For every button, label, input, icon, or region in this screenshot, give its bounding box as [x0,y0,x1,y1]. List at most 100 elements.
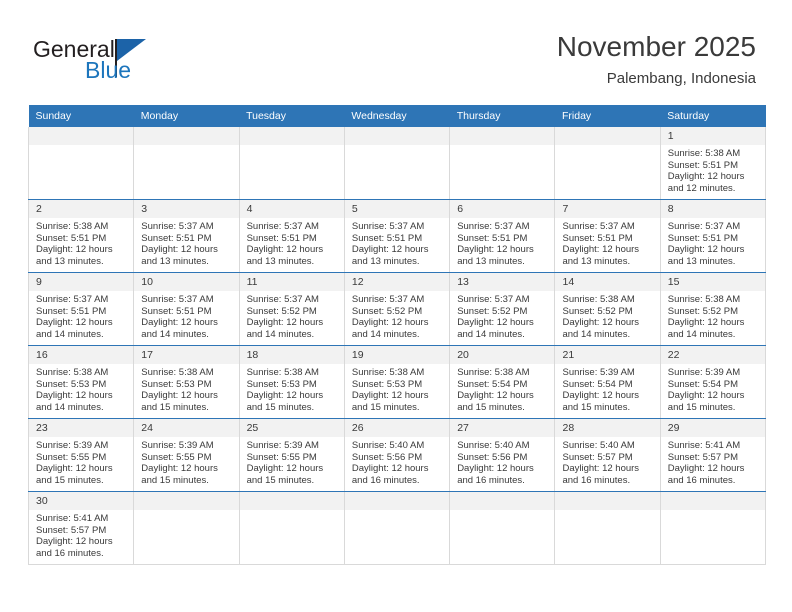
daylight-text: Daylight: 12 hours [36,244,113,256]
day-details [134,510,238,518]
day-number: 15 [660,273,766,291]
day-cell[interactable]: 4 Sunrise: 5:37 AM Sunset: 5:51 PM Daylight… [238,199,345,273]
day-cell[interactable] [27,127,135,200]
weekday-header-wednesday: Wednesday [344,105,450,127]
day-details: Sunrise: 5:38 AM Sunset: 5:53 PM Daylight:… [240,364,344,417]
day-cell[interactable]: 25 Sunrise: 5:39 AM Sunset: 5:55 PM Dayligh… [238,418,345,492]
day-cell[interactable] [133,491,240,565]
day-details [345,510,449,518]
day-cell[interactable]: 19 Sunrise: 5:38 AM Sunset: 5:53 PM Dayligh… [343,345,451,419]
week-row: 1 Sunrise: 5:38 AM Sunset: 5:51 PM Daylight… [27,127,767,200]
sunrise-text: Sunrise: 5:37 AM [457,294,530,305]
sunrise-text: Sunrise: 5:39 AM [562,367,635,378]
day-cell[interactable]: 28 Sunrise: 5:40 AM Sunset: 5:57 PM Dayligh… [554,418,661,492]
day-details: Sunrise: 5:38 AM Sunset: 5:53 PM Daylight:… [29,364,133,417]
day-details [555,510,659,518]
weekday-header-friday: Friday [554,105,661,127]
day-cell[interactable] [449,491,556,565]
day-cell[interactable]: 24 Sunrise: 5:39 AM Sunset: 5:55 PM Dayligh… [133,418,240,492]
day-cell[interactable]: 11 Sunrise: 5:37 AM Sunset: 5:52 PM Dayligh… [238,272,345,346]
day-cell[interactable]: 13 Sunrise: 5:37 AM Sunset: 5:52 PM Dayligh… [449,272,556,346]
day-cell[interactable]: 5 Sunrise: 5:37 AM Sunset: 5:51 PM Daylight… [343,199,451,273]
sunrise-text: Sunrise: 5:38 AM [667,148,741,159]
day-cell[interactable]: 29 Sunrise: 5:41 AM Sunset: 5:57 PM Dayligh… [659,418,767,492]
daylight-text-cont: and 15 minutes. [667,401,736,413]
day-cell[interactable]: 22 Sunrise: 5:39 AM Sunset: 5:54 PM Dayligh… [659,345,767,419]
day-details: Sunrise: 5:37 AM Sunset: 5:51 PM Daylight:… [134,218,238,271]
day-cell[interactable]: 16 Sunrise: 5:38 AM Sunset: 5:53 PM Dayligh… [27,345,135,419]
daylight-text-cont: and 15 minutes. [457,401,525,413]
day-cell[interactable]: 8 Sunrise: 5:37 AM Sunset: 5:51 PM Daylight… [659,199,767,273]
sunset-text: Sunset: 5:54 PM [667,378,739,390]
sunset-text: Sunset: 5:51 PM [141,305,212,317]
weekday-header-thursday: Thursday [449,105,555,127]
daylight-text: Daylight: 12 hours [667,390,745,402]
day-cell[interactable]: 17 Sunrise: 5:38 AM Sunset: 5:53 PM Dayligh… [133,345,240,419]
day-cell[interactable]: 23 Sunrise: 5:39 AM Sunset: 5:55 PM Dayligh… [27,418,135,492]
day-details: Sunrise: 5:41 AM Sunset: 5:57 PM Daylight:… [661,437,765,490]
day-cell[interactable]: 15 Sunrise: 5:38 AM Sunset: 5:52 PM Dayligh… [659,272,767,346]
sunset-text: Sunset: 5:51 PM [667,159,739,171]
day-details [450,510,554,518]
day-details: Sunrise: 5:37 AM Sunset: 5:51 PM Daylight:… [661,218,765,271]
daylight-text: Daylight: 12 hours [141,390,218,402]
day-number: 13 [450,273,555,291]
week-row: 16 Sunrise: 5:38 AM Sunset: 5:53 PM Dayligh… [27,345,767,419]
daylight-text: Daylight: 12 hours [351,390,429,402]
weekday-header-row: Sunday Monday Tuesday Wednesday Thursday… [28,105,766,127]
day-cell[interactable]: 3 Sunrise: 5:37 AM Sunset: 5:51 PM Daylight… [133,199,240,273]
day-cell[interactable] [554,127,661,200]
day-cell[interactable]: 12 Sunrise: 5:37 AM Sunset: 5:52 PM Dayligh… [343,272,451,346]
daylight-text-cont: and 15 minutes. [36,474,104,486]
day-cell[interactable]: 26 Sunrise: 5:40 AM Sunset: 5:56 PM Dayligh… [343,418,451,492]
day-cell[interactable] [238,491,345,565]
day-details: Sunrise: 5:40 AM Sunset: 5:57 PM Daylight:… [555,437,659,490]
sunrise-text: Sunrise: 5:41 AM [36,513,109,524]
day-cell[interactable] [659,491,767,565]
daylight-text: Daylight: 12 hours [246,390,324,402]
day-number: 8 [660,200,766,218]
day-number: 10 [134,273,239,291]
day-cell[interactable]: 30 Sunrise: 5:41 AM Sunset: 5:57 PM Dayligh… [27,491,135,565]
day-cell[interactable] [238,127,345,200]
day-cell[interactable]: 1 Sunrise: 5:38 AM Sunset: 5:51 PM Daylight… [659,127,767,200]
day-cell[interactable] [343,491,451,565]
day-cell[interactable]: 7 Sunrise: 5:37 AM Sunset: 5:51 PM Daylight… [554,199,661,273]
general-blue-logo[interactable]: General Blue [33,36,243,92]
day-cell[interactable]: 18 Sunrise: 5:38 AM Sunset: 5:53 PM Dayligh… [238,345,345,419]
day-cell[interactable]: 10 Sunrise: 5:37 AM Sunset: 5:51 PM Dayligh… [133,272,240,346]
day-cell[interactable]: 21 Sunrise: 5:39 AM Sunset: 5:54 PM Dayligh… [554,345,661,419]
day-details: Sunrise: 5:38 AM Sunset: 5:53 PM Daylight:… [345,364,449,417]
day-cell[interactable]: 20 Sunrise: 5:38 AM Sunset: 5:54 PM Dayligh… [449,345,556,419]
sunset-text: Sunset: 5:51 PM [36,232,107,244]
day-cell[interactable]: 6 Sunrise: 5:37 AM Sunset: 5:51 PM Daylight… [449,199,556,273]
day-details: Sunrise: 5:39 AM Sunset: 5:55 PM Daylight:… [134,437,238,490]
day-details [661,510,765,518]
week-row: 23 Sunrise: 5:39 AM Sunset: 5:55 PM Dayligh… [27,418,767,492]
sunrise-text: Sunrise: 5:38 AM [667,294,741,305]
day-details: Sunrise: 5:37 AM Sunset: 5:51 PM Daylight:… [555,218,659,271]
day-cell[interactable] [554,491,661,565]
day-details: Sunrise: 5:37 AM Sunset: 5:52 PM Daylight:… [450,291,554,344]
daylight-text: Daylight: 12 hours [457,463,534,475]
day-number: 27 [450,419,555,437]
day-cell[interactable] [449,127,556,200]
day-details: Sunrise: 5:38 AM Sunset: 5:54 PM Daylight:… [450,364,554,417]
day-number: 21 [555,346,660,364]
sunset-text: Sunset: 5:55 PM [36,451,107,463]
daylight-text-cont: and 16 minutes. [351,474,420,486]
day-cell[interactable]: 9 Sunrise: 5:37 AM Sunset: 5:51 PM Daylight… [27,272,135,346]
day-cell[interactable] [133,127,240,200]
sunset-text: Sunset: 5:57 PM [562,451,633,463]
sunrise-text: Sunrise: 5:38 AM [351,367,425,378]
daylight-text-cont: and 13 minutes. [667,255,736,267]
daylight-text: Daylight: 12 hours [246,317,324,329]
daylight-text: Daylight: 12 hours [141,463,218,475]
day-cell[interactable]: 27 Sunrise: 5:40 AM Sunset: 5:56 PM Dayligh… [449,418,556,492]
day-cell[interactable]: 2 Sunrise: 5:38 AM Sunset: 5:51 PM Daylight… [27,199,135,273]
logo-text-blue: Blue [85,57,132,83]
day-cell[interactable]: 14 Sunrise: 5:38 AM Sunset: 5:52 PM Dayligh… [554,272,661,346]
day-cell[interactable] [343,127,451,200]
day-details [240,145,344,153]
sunrise-text: Sunrise: 5:37 AM [246,221,319,232]
